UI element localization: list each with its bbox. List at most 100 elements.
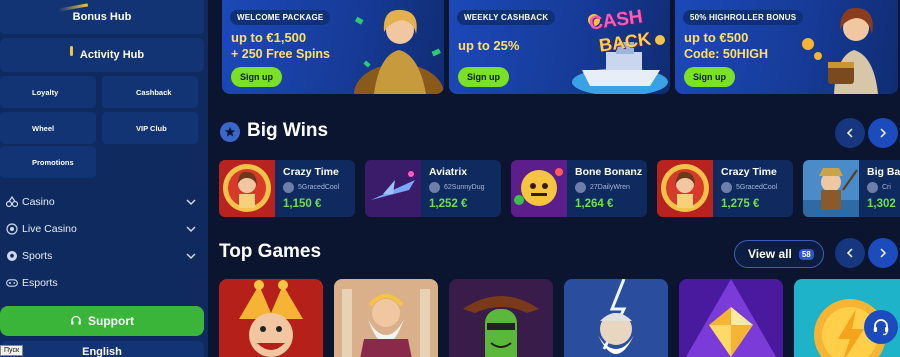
view-all-button[interactable]: View all 58 <box>734 240 824 268</box>
win-game-name: Bone Bonanz <box>575 166 643 178</box>
live-icon <box>6 223 18 235</box>
win-amount: 1,150 € <box>283 198 322 210</box>
language-label: English <box>82 346 122 357</box>
nav-item-sports[interactable]: Sports <box>0 243 204 269</box>
promo-card-welcome[interactable]: WELCOME PACKAGE up to €1,500 + 250 Free … <box>222 0 444 94</box>
nav-item-esports[interactable]: Esports <box>0 270 204 296</box>
win-amount: 1,264 € <box>575 198 614 210</box>
promo-headline: up to €1,500 <box>231 30 307 45</box>
top-games-next-button[interactable] <box>868 238 898 268</box>
big-win-card[interactable]: Crazy Time 5GracedCool 1,150 € <box>219 160 355 217</box>
zeus-thumbnail <box>334 279 438 357</box>
promo-headline: up to €500 <box>684 30 749 45</box>
win-username: 5GracedCool <box>736 184 778 191</box>
chat-support-button[interactable] <box>864 310 898 344</box>
joker-thumbnail <box>219 279 323 357</box>
cactus-cowboy-thumbnail <box>449 279 553 357</box>
big-win-card[interactable]: Big Ba Cri 1,302 <box>803 160 900 217</box>
win-user: 27DailyWren <box>575 182 630 193</box>
headset-icon <box>70 315 82 327</box>
activity-hub-button[interactable]: Activity Hub <box>0 38 204 72</box>
game-tile-joker[interactable] <box>219 279 323 357</box>
win-game-name: Big Ba <box>867 166 900 178</box>
dice-icon <box>6 196 18 208</box>
promo-tag: WELCOME PACKAGE <box>230 10 331 25</box>
sidebar-item-wheel[interactable]: Wheel <box>0 112 96 144</box>
big-win-card[interactable]: Aviatrix 62SunnyDug 1,252 € <box>365 160 501 217</box>
zeus-lightning-thumbnail <box>564 279 668 357</box>
nav-item-live-casino[interactable]: Live Casino <box>0 216 204 242</box>
promo-card-cashback[interactable]: CASH BACK WEEKLY CASHBACK up to 25% Sign… <box>449 0 670 94</box>
sidebar-item-promotions[interactable]: Promotions <box>0 146 96 178</box>
avatar <box>429 182 440 193</box>
chevron-right-icon <box>880 128 887 138</box>
game-tile-diamond[interactable] <box>679 279 783 357</box>
view-all-label: View all <box>748 247 792 261</box>
win-user: 62SunnyDug <box>429 182 484 193</box>
big-win-card[interactable]: Bone Bonanz 27DailyWren 1,264 € <box>511 160 647 217</box>
game-tile-zeus-lightning[interactable] <box>564 279 668 357</box>
sign-up-button[interactable]: Sign up <box>684 67 735 87</box>
main-content: WELCOME PACKAGE up to €1,500 + 250 Free … <box>208 0 900 357</box>
win-amount: 1,302 <box>867 198 896 210</box>
chevron-down-icon[interactable] <box>186 251 196 263</box>
support-button[interactable]: Support <box>0 306 204 336</box>
nav-item-label: Casino <box>22 196 55 208</box>
language-selector[interactable]: English <box>0 341 204 357</box>
sidebar-item-cashback[interactable]: Cashback <box>102 76 198 108</box>
win-game-name: Crazy Time <box>721 166 777 178</box>
activity-sparkle-icon <box>70 46 73 56</box>
game-tile-zeus[interactable] <box>334 279 438 357</box>
avatar <box>867 182 878 193</box>
avatar <box>721 182 732 193</box>
promo-card-highroller[interactable]: 50% HIGHROLLER BONUS up to €500 Code: 50… <box>675 0 898 94</box>
win-user: Cri <box>867 182 891 193</box>
sign-up-button[interactable]: Sign up <box>231 67 282 87</box>
big-bass-thumbnail <box>803 160 859 217</box>
win-username: 27DailyWren <box>590 184 630 191</box>
chevron-down-icon[interactable] <box>186 197 196 209</box>
promo-tag: WEEKLY CASHBACK <box>457 10 556 25</box>
start-tooltip: Пуск <box>0 345 24 356</box>
sidebar-item-label: Loyalty <box>32 87 59 97</box>
top-games-prev-button[interactable] <box>835 238 865 268</box>
win-game-name: Aviatrix <box>429 166 468 178</box>
sidebar-item-label: Wheel <box>32 123 55 133</box>
woman-illustration <box>354 9 444 94</box>
win-username: 5GracedCool <box>298 184 340 191</box>
chevron-left-icon <box>846 248 853 258</box>
win-user: 5GracedCool <box>283 182 339 193</box>
nav-item-label: Esports <box>22 277 58 289</box>
games-count-badge: 58 <box>798 248 814 260</box>
sidebar: Bonus Hub Activity Hub Loyalty Cashback … <box>0 0 208 357</box>
promo-subline: Code: 50HIGH <box>684 47 769 61</box>
sidebar-item-label: VIP Club <box>136 123 167 133</box>
bone-bonanza-thumbnail <box>511 160 567 217</box>
game-tile-cactus[interactable] <box>449 279 553 357</box>
woman-treasure-illustration <box>802 7 878 94</box>
crazy-time-thumbnail <box>219 160 275 217</box>
big-wins-title: Big Wins <box>247 120 329 141</box>
sign-up-button[interactable]: Sign up <box>458 67 509 87</box>
sidebar-item-vip-club[interactable]: VIP Club <box>102 112 198 144</box>
ball-icon <box>6 250 18 262</box>
sidebar-item-loyalty[interactable]: Loyalty <box>0 76 96 108</box>
big-wins-prev-button[interactable] <box>835 118 865 148</box>
chevron-down-icon[interactable] <box>186 224 196 236</box>
promo-tag: 50% HIGHROLLER BONUS <box>683 10 804 25</box>
diamond-thumbnail <box>679 279 783 357</box>
bonus-hub-button[interactable]: Bonus Hub <box>0 0 204 34</box>
chevron-right-icon <box>880 248 887 258</box>
bonus-hub-label: Bonus Hub <box>72 11 132 23</box>
top-games-title: Top Games <box>219 241 322 262</box>
nav-item-casino[interactable]: Casino <box>0 189 204 215</box>
win-username: Cri <box>882 184 891 191</box>
gamepad-icon <box>6 277 18 289</box>
chevron-left-icon <box>846 128 853 138</box>
nav-item-label: Live Casino <box>22 223 77 235</box>
big-wins-next-button[interactable] <box>868 118 898 148</box>
support-label: Support <box>88 314 134 328</box>
avatar <box>575 182 586 193</box>
promo-subline: + 250 Free Spins <box>231 47 331 61</box>
big-win-card[interactable]: Crazy Time 5GracedCool 1,275 € <box>657 160 793 217</box>
